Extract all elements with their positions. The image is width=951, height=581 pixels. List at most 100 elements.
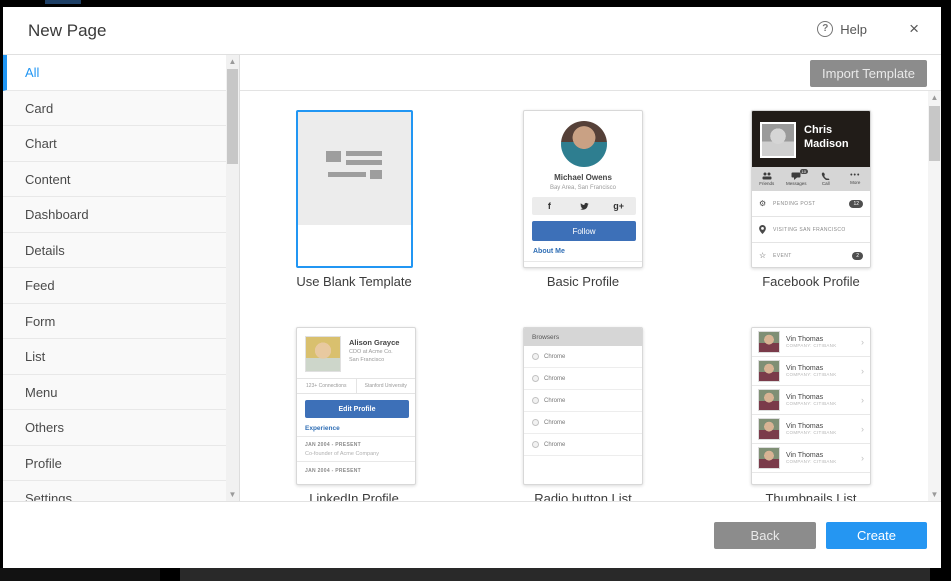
experience-heading: Experience xyxy=(305,425,340,432)
divider xyxy=(524,261,642,262)
category-sidebar: All Card Chart Content Dashboard Details… xyxy=(3,55,240,501)
template-card-linkedin-profile[interactable]: Alison Grayce CDO at Acme Co. San Franci… xyxy=(296,327,416,485)
dialog-footer: Back Create xyxy=(3,501,941,568)
call-icon xyxy=(821,172,831,180)
close-icon[interactable]: × xyxy=(909,20,919,38)
background-app-fragment-top xyxy=(45,0,81,4)
new-page-dialog: New Page ? Help × All Card Chart Content… xyxy=(3,7,941,568)
sidebar-item-card[interactable]: Card xyxy=(3,91,239,127)
template-content-area: Import Template Use Blank Template Micha… xyxy=(240,55,941,501)
list-item: Chrome xyxy=(524,390,642,412)
messages-action: 10 Messages xyxy=(782,167,812,191)
page-title: New Page xyxy=(28,21,106,41)
sidebar-item-dashboard[interactable]: Dashboard xyxy=(3,197,239,233)
avatar xyxy=(758,331,780,353)
scroll-up-icon[interactable]: ▲ xyxy=(226,55,239,68)
person-location: Bay Area, San Francisco xyxy=(524,185,642,191)
template-label-radio-list: Radio button List xyxy=(503,491,663,501)
google-plus-icon: g+ xyxy=(601,197,636,215)
avatar xyxy=(760,122,796,158)
sidebar-scrollbar[interactable]: ▲ ▼ xyxy=(226,55,239,501)
call-action: Call xyxy=(811,167,841,191)
list-item: Chrome xyxy=(524,368,642,390)
list-item: Vin ThomasCOMPANY: CITIBANK › xyxy=(752,415,870,444)
twitter-icon xyxy=(567,197,602,215)
template-card-basic-profile[interactable]: Michael Owens Bay Area, San Francisco f … xyxy=(523,110,643,268)
avatar xyxy=(758,447,780,469)
visiting-row: VISITING SAN FRANCISCO xyxy=(752,217,870,243)
list-item: Vin ThomasCOMPANY: CITIBANK › xyxy=(752,386,870,415)
text-lines-icon xyxy=(326,149,384,187)
help-button[interactable]: ? Help xyxy=(817,21,867,37)
avatar xyxy=(305,336,341,372)
person-role: CDO at Acme Co. xyxy=(349,349,393,355)
avatar xyxy=(758,360,780,382)
chevron-right-icon: › xyxy=(861,395,864,405)
background-app-fragment-bottom-left xyxy=(0,568,160,581)
about-me-link: About Me xyxy=(533,248,565,255)
sidebar-item-chart[interactable]: Chart xyxy=(3,126,239,162)
more-action: ••• More xyxy=(841,167,871,191)
background-app-fragment-bottom xyxy=(180,568,930,581)
sidebar-item-content[interactable]: Content xyxy=(3,162,239,198)
sidebar-item-settings[interactable]: Settings xyxy=(3,481,239,501)
social-bar: f g+ xyxy=(532,197,636,215)
list-item: Vin ThomasCOMPANY: CITIBANK › xyxy=(752,328,870,357)
radio-icon xyxy=(532,397,539,404)
template-label-linkedin-profile: LinkedIn Profile xyxy=(274,491,434,501)
list-header: Browsers xyxy=(524,328,642,346)
profile-stats: 123+ Connections Stanford University xyxy=(297,378,415,394)
radio-icon xyxy=(532,375,539,382)
pending-post-row: ⚙ PENDING POST 12 xyxy=(752,191,870,217)
connections-stat: 123+ Connections xyxy=(297,379,357,393)
avatar xyxy=(561,121,607,167)
sidebar-item-all[interactable]: All xyxy=(3,55,239,91)
chevron-right-icon: › xyxy=(861,424,864,434)
sidebar-scroll-thumb[interactable] xyxy=(227,69,238,164)
content-toolbar: Import Template xyxy=(240,55,941,91)
sidebar-item-list[interactable]: List xyxy=(3,339,239,375)
sidebar-item-menu[interactable]: Menu xyxy=(3,375,239,411)
template-label-thumbnails-list: Thumbnails List xyxy=(731,491,891,501)
scroll-up-icon[interactable]: ▲ xyxy=(928,91,941,104)
facebook-action-bar: Friends 10 Messages Call ••• More xyxy=(752,167,870,191)
sidebar-item-profile[interactable]: Profile xyxy=(3,446,239,482)
edit-profile-button: Edit Profile xyxy=(305,400,409,418)
template-label-facebook-profile: Facebook Profile xyxy=(731,274,891,289)
friends-icon xyxy=(762,172,772,180)
gear-icon: ⚙ xyxy=(759,199,769,208)
back-button[interactable]: Back xyxy=(714,522,816,549)
sidebar-item-details[interactable]: Details xyxy=(3,233,239,269)
template-card-blank[interactable] xyxy=(296,110,413,268)
chevron-right-icon: › xyxy=(861,453,864,463)
template-gallery: Use Blank Template Michael Owens Bay Are… xyxy=(240,91,941,501)
sidebar-item-others[interactable]: Others xyxy=(3,410,239,446)
facebook-header: Chris Madison xyxy=(752,111,870,167)
template-card-facebook-profile[interactable]: Chris Madison Friends 10 Messages Call xyxy=(751,110,871,268)
list-item: Chrome xyxy=(524,346,642,368)
create-button[interactable]: Create xyxy=(826,522,927,549)
chevron-right-icon: › xyxy=(861,366,864,376)
person-name: Michael Owens xyxy=(524,173,642,182)
template-card-thumbnails-list[interactable]: Vin ThomasCOMPANY: CITIBANK › Vin Thomas… xyxy=(751,327,871,485)
person-location: San Francisco xyxy=(349,357,384,363)
person-name: Chris Madison xyxy=(804,123,868,152)
scroll-down-icon[interactable]: ▼ xyxy=(226,488,239,501)
follow-button: Follow xyxy=(532,221,636,241)
list-item: Vin ThomasCOMPANY: CITIBANK › xyxy=(752,357,870,386)
star-icon: ☆ xyxy=(759,251,769,260)
scroll-down-icon[interactable]: ▼ xyxy=(928,488,941,501)
event-row: ☆ EVENT 2 xyxy=(752,243,870,268)
sidebar-item-feed[interactable]: Feed xyxy=(3,268,239,304)
template-card-radio-list[interactable]: Browsers Chrome Chrome Chrome Chrome Chr… xyxy=(523,327,643,485)
radio-icon xyxy=(532,441,539,448)
avatar xyxy=(758,418,780,440)
experience-period: JAN 2004 - PRESENT xyxy=(305,442,361,448)
gallery-scrollbar[interactable]: ▲ ▼ xyxy=(928,91,941,501)
event-badge: 2 xyxy=(852,252,863,260)
import-template-button[interactable]: Import Template xyxy=(810,60,927,87)
sidebar-item-form[interactable]: Form xyxy=(3,304,239,340)
list-item: Chrome xyxy=(524,434,642,456)
help-icon: ? xyxy=(817,21,833,37)
gallery-scroll-thumb[interactable] xyxy=(929,106,940,161)
